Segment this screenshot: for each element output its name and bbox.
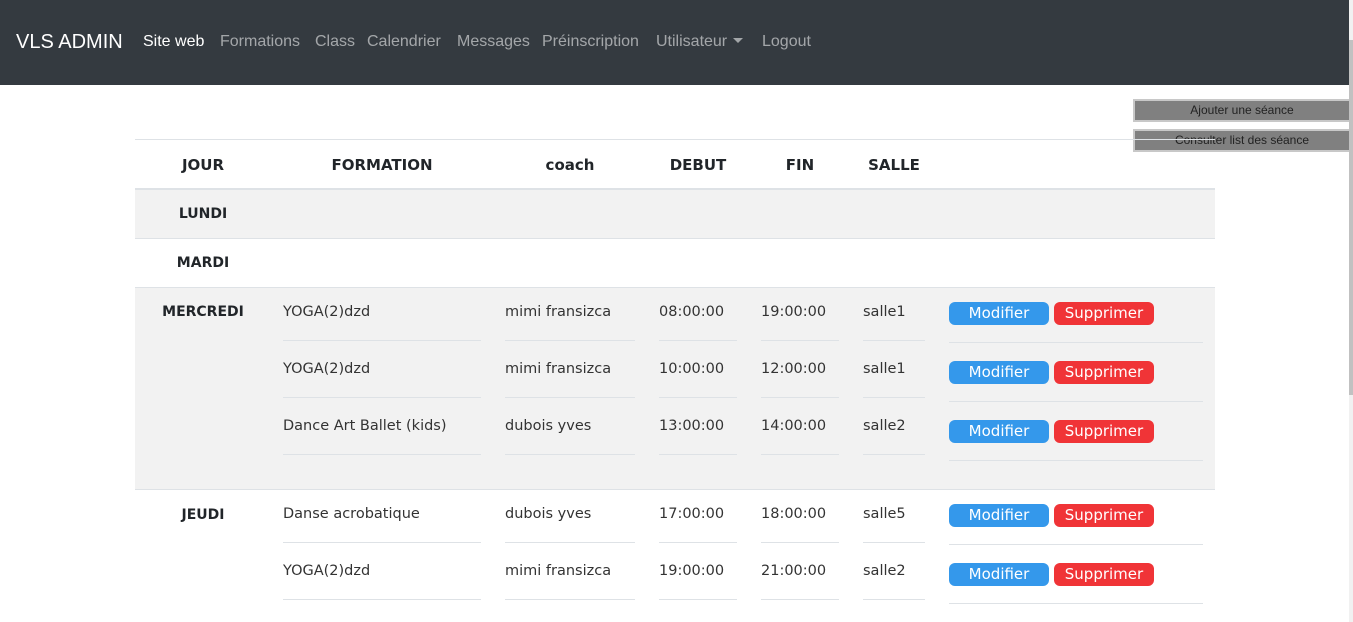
day-jeudi: JEUDI <box>181 507 225 523</box>
modify-button[interactable]: Modifier <box>949 563 1049 586</box>
nav-utilisateur-label: Utilisateur <box>656 33 728 50</box>
table-header-border <box>135 188 1215 190</box>
cell-underline <box>283 599 481 600</box>
cell-underline <box>659 340 737 341</box>
nav-calendrier[interactable]: Calendrier <box>367 33 441 51</box>
row-divider <box>135 489 1215 490</box>
cell-underline <box>949 544 1203 545</box>
header-jour: JOUR <box>181 156 225 174</box>
nav-messages[interactable]: Messages <box>457 33 530 51</box>
header-formation: FORMATION <box>331 156 433 174</box>
table-top-border <box>135 139 1215 140</box>
cell-fin: 19:00:00 <box>761 304 827 320</box>
list-sessions-button[interactable]: Consulter list des séance <box>1133 129 1349 152</box>
cell-underline <box>949 342 1203 343</box>
add-session-button[interactable]: Ajouter une séance <box>1133 99 1349 122</box>
cell-underline <box>283 340 481 341</box>
cell-formation: Danse acrobatique <box>283 506 420 522</box>
cell-debut: 08:00:00 <box>659 304 725 320</box>
cell-underline <box>949 460 1203 461</box>
delete-button[interactable]: Supprimer <box>1054 563 1154 586</box>
cell-underline <box>761 542 839 543</box>
cell-salle: salle2 <box>863 563 906 579</box>
cell-underline <box>659 599 737 600</box>
cell-underline <box>659 542 737 543</box>
row-divider <box>135 238 1215 239</box>
cell-formation: YOGA(2)dzd <box>283 563 371 579</box>
cell-underline <box>283 397 481 398</box>
cell-fin: 21:00:00 <box>761 563 827 579</box>
cell-salle: salle2 <box>863 418 906 434</box>
day-lundi: LUNDI <box>178 206 228 222</box>
modify-button[interactable]: Modifier <box>949 504 1049 527</box>
nav-formations[interactable]: Formations <box>220 33 300 51</box>
cell-coach: dubois yves <box>505 506 592 522</box>
brand-logo[interactable]: VLS ADMIN <box>16 31 123 54</box>
cell-fin: 12:00:00 <box>761 361 827 377</box>
cell-underline <box>505 340 635 341</box>
nav-preinscription[interactable]: Préinscription <box>542 33 639 51</box>
day-mercredi: MERCREDI <box>162 304 244 320</box>
cell-coach: mimi fransizca <box>505 563 612 579</box>
cell-underline <box>505 454 635 455</box>
cell-underline <box>863 599 925 600</box>
header-coach: coach <box>545 156 595 174</box>
cell-underline <box>505 397 635 398</box>
cell-underline <box>949 603 1203 604</box>
nav-class[interactable]: Class <box>315 33 355 51</box>
cell-debut: 17:00:00 <box>659 506 725 522</box>
cell-underline <box>761 397 839 398</box>
cell-salle: salle1 <box>863 361 906 377</box>
delete-button[interactable]: Supprimer <box>1054 420 1154 443</box>
cell-underline <box>863 397 925 398</box>
cell-underline <box>659 397 737 398</box>
cell-formation: Dance Art Ballet (kids) <box>283 418 447 434</box>
cell-salle: salle5 <box>863 506 906 522</box>
cell-debut: 10:00:00 <box>659 361 725 377</box>
cell-underline <box>949 401 1203 402</box>
nav-logout[interactable]: Logout <box>762 33 811 51</box>
cell-underline <box>761 599 839 600</box>
modify-button[interactable]: Modifier <box>949 302 1049 325</box>
delete-button[interactable]: Supprimer <box>1054 361 1154 384</box>
cell-salle: salle1 <box>863 304 906 320</box>
delete-button[interactable]: Supprimer <box>1054 302 1154 325</box>
cell-formation: YOGA(2)dzd <box>283 304 371 320</box>
cell-underline <box>863 340 925 341</box>
row-divider <box>135 287 1215 288</box>
delete-button[interactable]: Supprimer <box>1054 504 1154 527</box>
cell-underline <box>863 542 925 543</box>
caret-down-icon <box>733 37 744 43</box>
cell-underline <box>505 599 635 600</box>
cell-fin: 14:00:00 <box>761 418 827 434</box>
cell-coach: mimi fransizca <box>505 361 612 377</box>
row-band-lundi <box>135 189 1215 238</box>
cell-debut: 13:00:00 <box>659 418 725 434</box>
cell-coach: mimi fransizca <box>505 304 612 320</box>
nav-utilisateur-dropdown[interactable]: Utilisateur <box>656 33 744 51</box>
day-mardi: MARDI <box>176 255 230 271</box>
cell-underline <box>761 454 839 455</box>
cell-fin: 18:00:00 <box>761 506 827 522</box>
nav-site-web[interactable]: Site web <box>143 33 204 51</box>
modify-button[interactable]: Modifier <box>949 361 1049 384</box>
cell-underline <box>283 454 481 455</box>
cell-underline <box>761 340 839 341</box>
cell-underline <box>659 454 737 455</box>
page-scrollbar-thumb[interactable] <box>1349 40 1353 395</box>
header-salle: SALLE <box>868 156 920 174</box>
cell-underline <box>505 542 635 543</box>
cell-underline <box>283 542 481 543</box>
header-debut: DEBUT <box>669 156 727 174</box>
cell-formation: YOGA(2)dzd <box>283 361 371 377</box>
cell-debut: 19:00:00 <box>659 563 725 579</box>
modify-button[interactable]: Modifier <box>949 420 1049 443</box>
cell-coach: dubois yves <box>505 418 592 434</box>
header-fin: FIN <box>785 156 815 174</box>
cell-underline <box>863 454 925 455</box>
top-navbar: VLS ADMIN Site web Formations Class Cale… <box>0 0 1353 85</box>
